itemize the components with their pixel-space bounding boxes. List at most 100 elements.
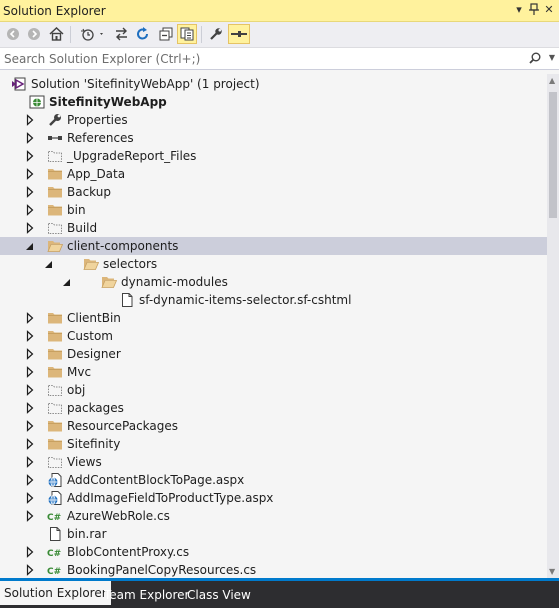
collapsed-chevron-icon[interactable] [25, 114, 35, 126]
tree-item[interactable]: SitefinityWebApp [0, 93, 547, 111]
folder-excluded-icon [47, 382, 63, 398]
tree-item-label: ClientBin [67, 311, 121, 325]
back-icon[interactable] [4, 25, 22, 43]
tree-item-label: BlobContentProxy.cs [67, 545, 190, 559]
tree-item[interactable]: Designer [0, 345, 547, 363]
window-position-icon[interactable]: ▾ [512, 3, 526, 17]
tree-item[interactable]: client-components [0, 237, 547, 255]
scroll-down-icon[interactable]: ▼ [549, 567, 555, 576]
search-input[interactable]: Search Solution Explorer (Ctrl+;) [4, 52, 200, 66]
collapsed-chevron-icon[interactable] [25, 510, 35, 522]
expanded-chevron-icon[interactable] [44, 258, 54, 270]
collapsed-chevron-icon[interactable] [25, 474, 35, 486]
expanded-chevron-icon[interactable] [62, 276, 72, 288]
tree-item[interactable]: AddImageFieldToProductType.aspx [0, 489, 547, 507]
vertical-scrollbar[interactable]: ▲ ▼ [547, 74, 559, 578]
collapsed-chevron-icon[interactable] [25, 564, 35, 576]
tab-team-explorer[interactable]: Team Explorer [100, 585, 194, 605]
tree-item-label: client-components [67, 239, 179, 253]
tree-item-label: BookingPanelCopyResources.cs [67, 563, 257, 577]
aspx-icon [47, 490, 63, 506]
collapsed-chevron-icon[interactable] [25, 420, 35, 432]
refresh-icon[interactable] [134, 25, 152, 43]
tree-item-label: Designer [67, 347, 121, 361]
tree-item-label: Solution 'SitefinityWebApp' (1 project) [31, 77, 260, 91]
tree-item[interactable]: bin.rar [0, 525, 547, 543]
tree-item[interactable]: C# AzureWebRole.cs [0, 507, 547, 525]
collapsed-chevron-icon[interactable] [25, 222, 35, 234]
tree-item[interactable]: dynamic-modules [0, 273, 547, 291]
tree-item[interactable]: Properties [0, 111, 547, 129]
close-icon[interactable]: ✕ [542, 3, 556, 17]
collapse-all-icon[interactable] [157, 25, 175, 43]
tree-item-label: bin.rar [67, 527, 107, 541]
collapsed-chevron-icon[interactable] [25, 492, 35, 504]
pending-changes-filter-icon[interactable] [79, 25, 107, 43]
tree-item[interactable]: Views [0, 453, 547, 471]
collapsed-chevron-icon[interactable] [25, 330, 35, 342]
collapsed-chevron-icon[interactable] [25, 312, 35, 324]
tree-item[interactable]: C# BookingPanelCopyResources.cs [0, 561, 547, 578]
window-title: Solution Explorer [3, 4, 106, 18]
toolbar-separator [201, 26, 202, 43]
tree-item[interactable]: ClientBin [0, 309, 547, 327]
solution-icon [11, 76, 27, 92]
scroll-up-icon[interactable]: ▲ [549, 76, 555, 85]
tree-item[interactable]: ResourcePackages [0, 417, 547, 435]
tree-item[interactable]: App_Data [0, 165, 547, 183]
show-all-files-icon[interactable] [177, 24, 197, 44]
tab-class-view[interactable]: Class View [183, 585, 255, 605]
tree-item[interactable]: Solution 'SitefinityWebApp' (1 project) [0, 75, 547, 93]
folder-excluded-icon [47, 454, 63, 470]
collapsed-chevron-icon[interactable] [25, 150, 35, 162]
tree-item[interactable]: bin [0, 201, 547, 219]
collapsed-chevron-icon[interactable] [25, 186, 35, 198]
properties-icon[interactable] [207, 25, 225, 43]
tree-item[interactable]: Sitefinity [0, 435, 547, 453]
tree-item-label: AzureWebRole.cs [67, 509, 170, 523]
tree-item[interactable]: AddContentBlockToPage.aspx [0, 471, 547, 489]
expanded-chevron-icon[interactable] [25, 240, 35, 252]
sync-icon[interactable] [112, 25, 130, 43]
tree-item[interactable]: packages [0, 399, 547, 417]
forward-icon[interactable] [25, 25, 43, 43]
collapsed-chevron-icon[interactable] [25, 348, 35, 360]
folder-icon [47, 202, 63, 218]
collapsed-chevron-icon[interactable] [25, 402, 35, 414]
tree-item[interactable]: _UpgradeReport_Files [0, 147, 547, 165]
collapsed-chevron-icon[interactable] [25, 546, 35, 558]
scrollbar-thumb[interactable] [549, 92, 557, 218]
search-icon[interactable] [529, 52, 541, 67]
tab-solution-explorer[interactable]: Solution Explorer [0, 581, 111, 605]
tree-item[interactable]: Custom [0, 327, 547, 345]
tree-item[interactable]: Backup [0, 183, 547, 201]
toolbar-separator [70, 26, 71, 43]
tree-item[interactable]: Build [0, 219, 547, 237]
tree-item[interactable]: sf-dynamic-items-selector.sf-cshtml [0, 291, 547, 309]
tree-item[interactable]: Mvc [0, 363, 547, 381]
home-icon[interactable] [47, 25, 65, 43]
collapsed-chevron-icon[interactable] [25, 384, 35, 396]
collapsed-chevron-icon[interactable] [25, 132, 35, 144]
folder-icon [47, 436, 63, 452]
tree-item-label: Views [67, 455, 102, 469]
folder-open-icon [83, 256, 100, 272]
collapsed-chevron-icon[interactable] [25, 204, 35, 216]
collapsed-chevron-icon[interactable] [25, 366, 35, 378]
tree-item[interactable]: obj [0, 381, 547, 399]
collapsed-chevron-icon[interactable] [25, 456, 35, 468]
tree-item-label: ResourcePackages [67, 419, 179, 433]
svg-text:C#: C# [47, 513, 61, 523]
preview-icon[interactable] [228, 24, 250, 44]
collapsed-chevron-icon[interactable] [25, 438, 35, 450]
folder-excluded-icon [47, 400, 63, 416]
tree-item[interactable]: C# BlobContentProxy.cs [0, 543, 547, 561]
tree-item-label: obj [67, 383, 86, 397]
search-box[interactable]: Search Solution Explorer (Ctrl+;) ▼ [0, 48, 559, 70]
aspx-icon [47, 472, 63, 488]
collapsed-chevron-icon[interactable] [25, 168, 35, 180]
tree-item[interactable]: selectors [0, 255, 547, 273]
pin-icon[interactable] [527, 3, 541, 17]
tree-item[interactable]: References [0, 129, 547, 147]
search-options-chevron-icon[interactable]: ▼ [549, 53, 555, 62]
